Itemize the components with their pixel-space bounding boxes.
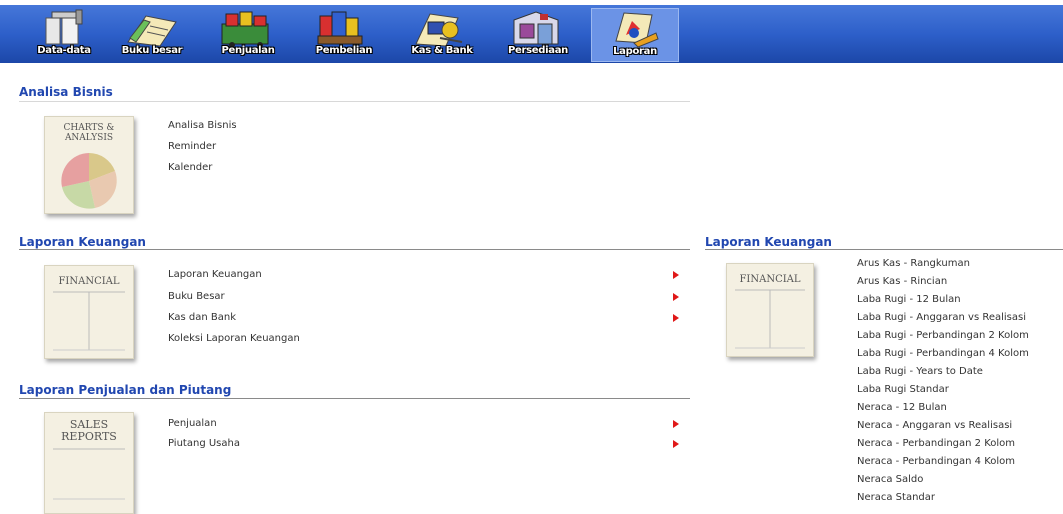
link-koleksi-laporan-keuangan[interactable]: Koleksi Laporan Keuangan [168,333,300,344]
toolbar-button-purchase[interactable]: Pembelian [300,8,388,62]
link-neraca-anggaran[interactable]: Neraca - Anggaran vs Realisasi [857,420,1012,431]
link-reminder[interactable]: Reminder [168,141,216,152]
toolbar-button-cash-bank[interactable]: Kas & Bank [398,8,486,62]
link-neraca-4-kolom[interactable]: Neraca - Perbandingan 4 Kolom [857,456,1015,467]
toolbar-button-report[interactable]: Laporan [591,8,679,62]
toolbar-button-sales[interactable]: Penjualan [204,8,292,62]
link-laba-rugi-standar[interactable]: Laba Rugi Standar [857,384,949,395]
toolbar-label-purchase: Pembelian [315,45,373,56]
toolbar-top-strip [0,0,1063,5]
link-kas-dan-bank[interactable]: Kas dan Bank [168,312,236,323]
link-laba-rugi-12-bulan[interactable]: Laba Rugi - 12 Bulan [857,294,961,305]
link-laporan-keuangan[interactable]: Laporan Keuangan [168,269,262,280]
link-buku-besar[interactable]: Buku Besar [168,291,225,302]
section-divider [19,101,690,102]
toolbar-label-sales: Penjualan [221,45,275,56]
arrow-right-icon[interactable] [673,440,679,448]
sales-icon [221,11,269,48]
link-kalender[interactable]: Kalender [168,162,212,173]
link-piutang-usaha[interactable]: Piutang Usaha [168,438,240,449]
ledger-icon [127,15,177,47]
toolbar-label-data: Data-data [37,45,91,56]
link-analisa-bisnis[interactable]: Analisa Bisnis [168,120,237,131]
link-neraca-saldo[interactable]: Neraca Saldo [857,474,923,485]
arrow-right-icon[interactable] [673,293,679,301]
section-divider [19,249,690,250]
arrow-right-icon[interactable] [673,314,679,322]
link-neraca-12-bulan[interactable]: Neraca - 12 Bulan [857,402,947,413]
financial-thumbnail-detail: FINANCIAL [726,263,814,357]
link-arus-kas-rangkuman[interactable]: Arus Kas - Rangkuman [857,258,970,269]
toolbar-button-ledger[interactable]: Buku besar [108,8,196,62]
link-neraca-2-kolom[interactable]: Neraca - Perbandingan 2 Kolom [857,438,1015,449]
arrow-right-icon[interactable] [673,420,679,428]
link-arus-kas-rincian[interactable]: Arus Kas - Rincian [857,276,947,287]
arrow-right-icon[interactable] [673,271,679,279]
cash-bank-icon [415,13,463,47]
toolbar-label-cash-bank: Kas & Bank [411,45,473,56]
toolbar-label-inventory: Persediaan [508,45,568,56]
report-lines-icon [53,448,125,500]
link-laba-rugi-ytd[interactable]: Laba Rugi - Years to Date [857,366,983,377]
toolbar-button-data[interactable]: Data-data [20,8,108,62]
link-laba-rugi-anggaran[interactable]: Laba Rugi - Anggaran vs Realisasi [857,312,1026,323]
section-title-laporan-keuangan-detail: Laporan Keuangan [705,235,832,249]
link-laba-rugi-2-kolom[interactable]: Laba Rugi - Perbandingan 2 Kolom [857,330,1029,341]
sales-reports-thumbnail: SALES REPORTS [44,412,134,514]
section-divider [19,398,690,399]
main-toolbar: Data-data Buku besar Penjualan Pembelian… [0,0,1063,63]
toolbar-label-report: Laporan [613,46,657,57]
data-icon [45,9,83,45]
toolbar-button-inventory[interactable]: Persediaan [494,8,582,62]
section-title-laporan-keuangan: Laporan Keuangan [19,235,146,249]
ledger-lines-icon [735,289,805,349]
financial-thumbnail: FINANCIAL [44,265,134,359]
section-title-laporan-penjualan: Laporan Penjualan dan Piutang [19,383,232,397]
purchase-icon [317,11,363,45]
report-icon [615,12,659,48]
section-divider [705,249,1063,250]
link-laba-rugi-4-kolom[interactable]: Laba Rugi - Perbandingan 4 Kolom [857,348,1029,359]
toolbar-label-ledger: Buku besar [121,45,183,56]
section-title-analisa-bisnis: Analisa Bisnis [19,85,113,99]
link-neraca-standar[interactable]: Neraca Standar [857,492,935,503]
ledger-lines-icon [53,291,125,351]
charts-analysis-thumbnail: CHARTS & ANALYSIS [44,116,134,214]
inventory-icon [513,11,559,45]
link-penjualan[interactable]: Penjualan [168,418,217,429]
pie-chart-icon [61,153,117,209]
